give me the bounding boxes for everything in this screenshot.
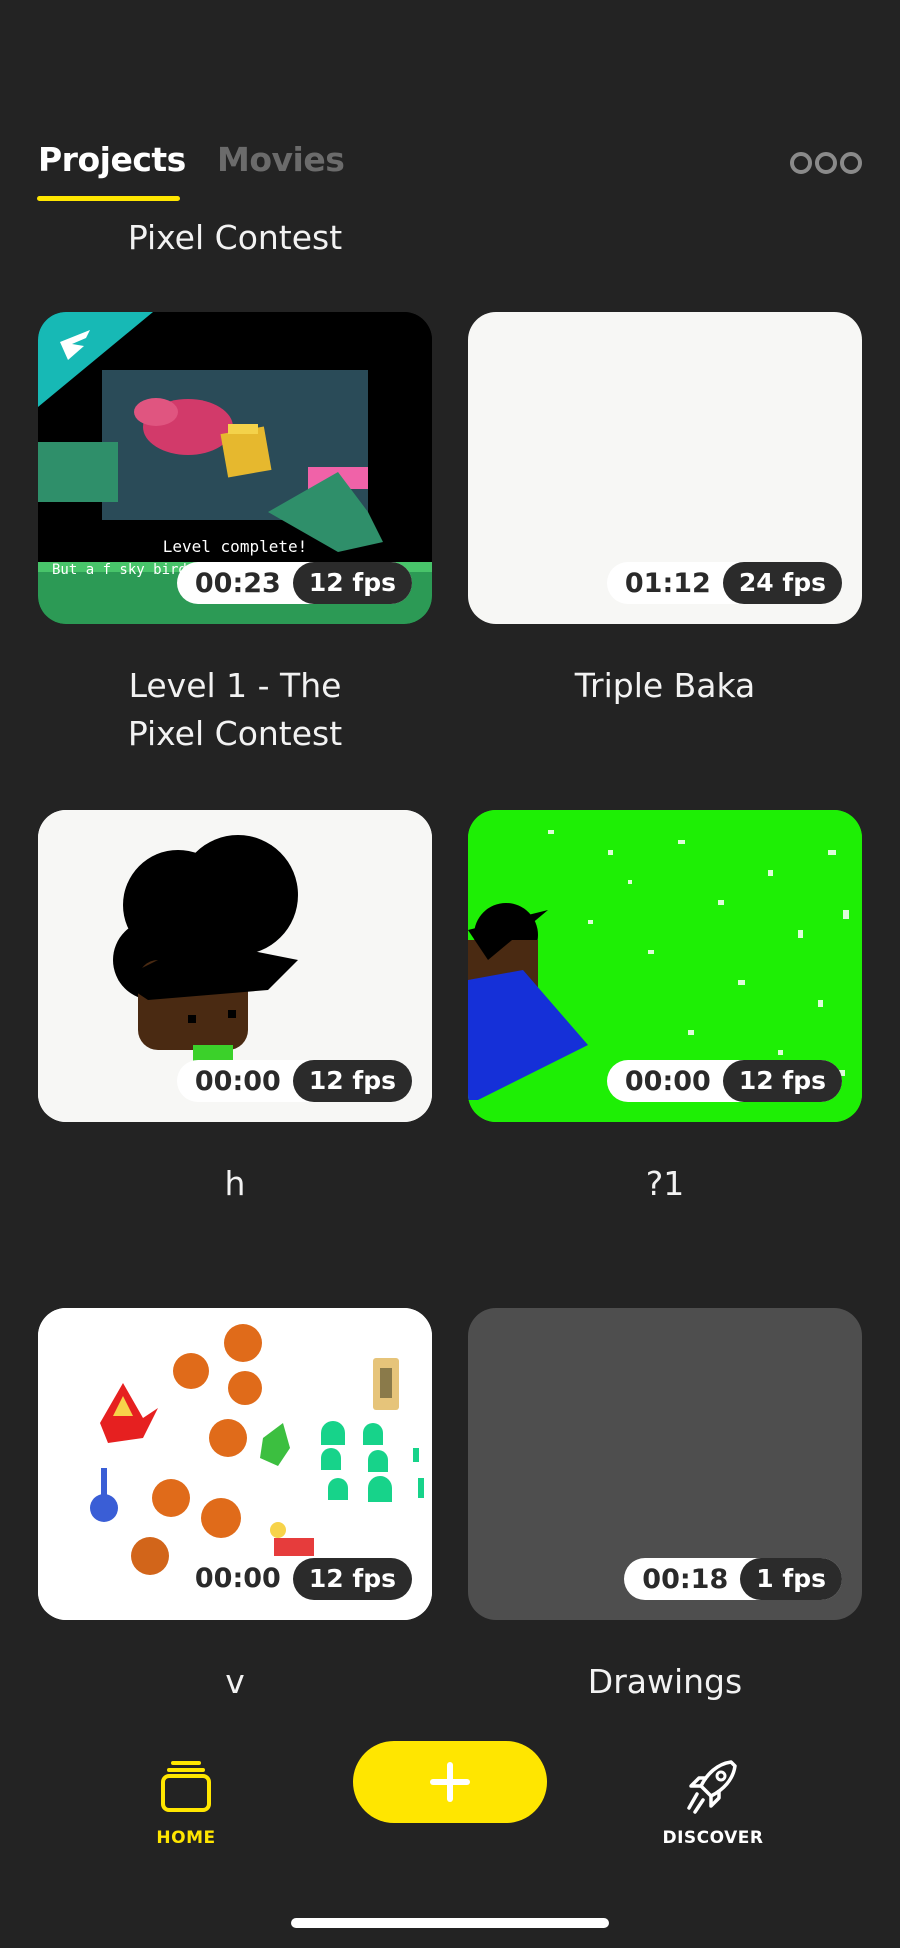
duration-fps-badge: 01:12 24 fps bbox=[606, 562, 842, 604]
project-card[interactable]: 00:00 12 fps v bbox=[38, 1308, 432, 1706]
duration-label: 01:12 bbox=[624, 567, 711, 599]
nav-discover-label: DISCOVER bbox=[662, 1828, 764, 1848]
add-project-button[interactable] bbox=[353, 1741, 547, 1823]
project-thumbnail: 00:00 12 fps bbox=[38, 1308, 432, 1620]
project-thumbnail: 00:00 12 fps bbox=[468, 810, 862, 1122]
tab-movies[interactable]: Movies bbox=[217, 140, 345, 179]
project-title: Triple Baka bbox=[574, 666, 756, 705]
project-title: Level 1 - The Pixel Contest bbox=[127, 666, 343, 753]
fps-label: 12 fps bbox=[292, 1558, 412, 1600]
duration-fps-badge: 00:00 12 fps bbox=[176, 1558, 412, 1600]
project-thumbnail: 00:18 1 fps bbox=[468, 1308, 862, 1620]
duration-label: 00:00 bbox=[176, 1558, 293, 1600]
fps-label: 12 fps bbox=[292, 1060, 412, 1102]
nav-home-label: HOME bbox=[156, 1828, 216, 1848]
duration-label: 00:23 bbox=[194, 567, 281, 599]
project-title: ?1 bbox=[645, 1164, 685, 1203]
duration-fps-badge: 00:00 12 fps bbox=[176, 1060, 412, 1102]
project-thumbnail: 01:12 24 fps bbox=[468, 312, 862, 624]
home-stack-icon bbox=[161, 1761, 211, 1812]
project-card[interactable]: 00:18 1 fps Drawings bbox=[468, 1308, 862, 1706]
top-bar: Projects Movies bbox=[0, 0, 900, 218]
nav-discover[interactable]: DISCOVER bbox=[650, 1756, 776, 1848]
project-thumbnail: Level complete! But a f sky bird 00:23 1… bbox=[38, 312, 432, 624]
duration-fps-badge: 00:00 12 fps bbox=[606, 1060, 842, 1102]
plus-icon bbox=[430, 1762, 470, 1802]
more-dots-icon[interactable] bbox=[790, 152, 862, 174]
project-title-partial: Pixel Contest bbox=[127, 218, 343, 257]
fps-label: 24 fps bbox=[722, 562, 842, 604]
duration-fps-badge: 00:18 1 fps bbox=[624, 1558, 842, 1600]
duration-label: 00:00 bbox=[194, 1065, 281, 1097]
fps-label: 1 fps bbox=[740, 1558, 842, 1600]
duration-label: 00:18 bbox=[642, 1563, 729, 1595]
active-tab-indicator bbox=[37, 196, 180, 201]
rocket-icon bbox=[687, 1760, 737, 1814]
tab-projects[interactable]: Projects bbox=[38, 140, 186, 179]
project-card[interactable]: 00:00 12 fps h bbox=[38, 810, 432, 1208]
home-indicator[interactable] bbox=[291, 1918, 609, 1928]
duration-fps-badge: 00:23 12 fps bbox=[176, 562, 412, 604]
project-card[interactable]: 01:12 24 fps Triple Baka bbox=[468, 312, 862, 710]
fps-label: 12 fps bbox=[292, 562, 412, 604]
thumb-caption: Level complete! bbox=[163, 537, 308, 556]
nav-home[interactable]: HOME bbox=[130, 1756, 242, 1848]
project-title: h bbox=[224, 1164, 246, 1203]
project-title: v bbox=[225, 1662, 245, 1701]
projects-grid: Pixel Contest Level complete! But a f sk… bbox=[0, 218, 900, 1738]
project-card[interactable]: 00:00 12 fps ?1 bbox=[468, 810, 862, 1208]
project-thumbnail: 00:00 12 fps bbox=[38, 810, 432, 1122]
thumb-caption-2: But a f sky bird bbox=[52, 562, 187, 578]
project-title: Drawings bbox=[587, 1662, 743, 1701]
duration-label: 00:00 bbox=[624, 1065, 711, 1097]
project-card[interactable]: Level complete! But a f sky bird 00:23 1… bbox=[38, 312, 432, 758]
bottom-navigation: HOME DISCOVER bbox=[0, 1716, 900, 1948]
fps-label: 12 fps bbox=[722, 1060, 842, 1102]
